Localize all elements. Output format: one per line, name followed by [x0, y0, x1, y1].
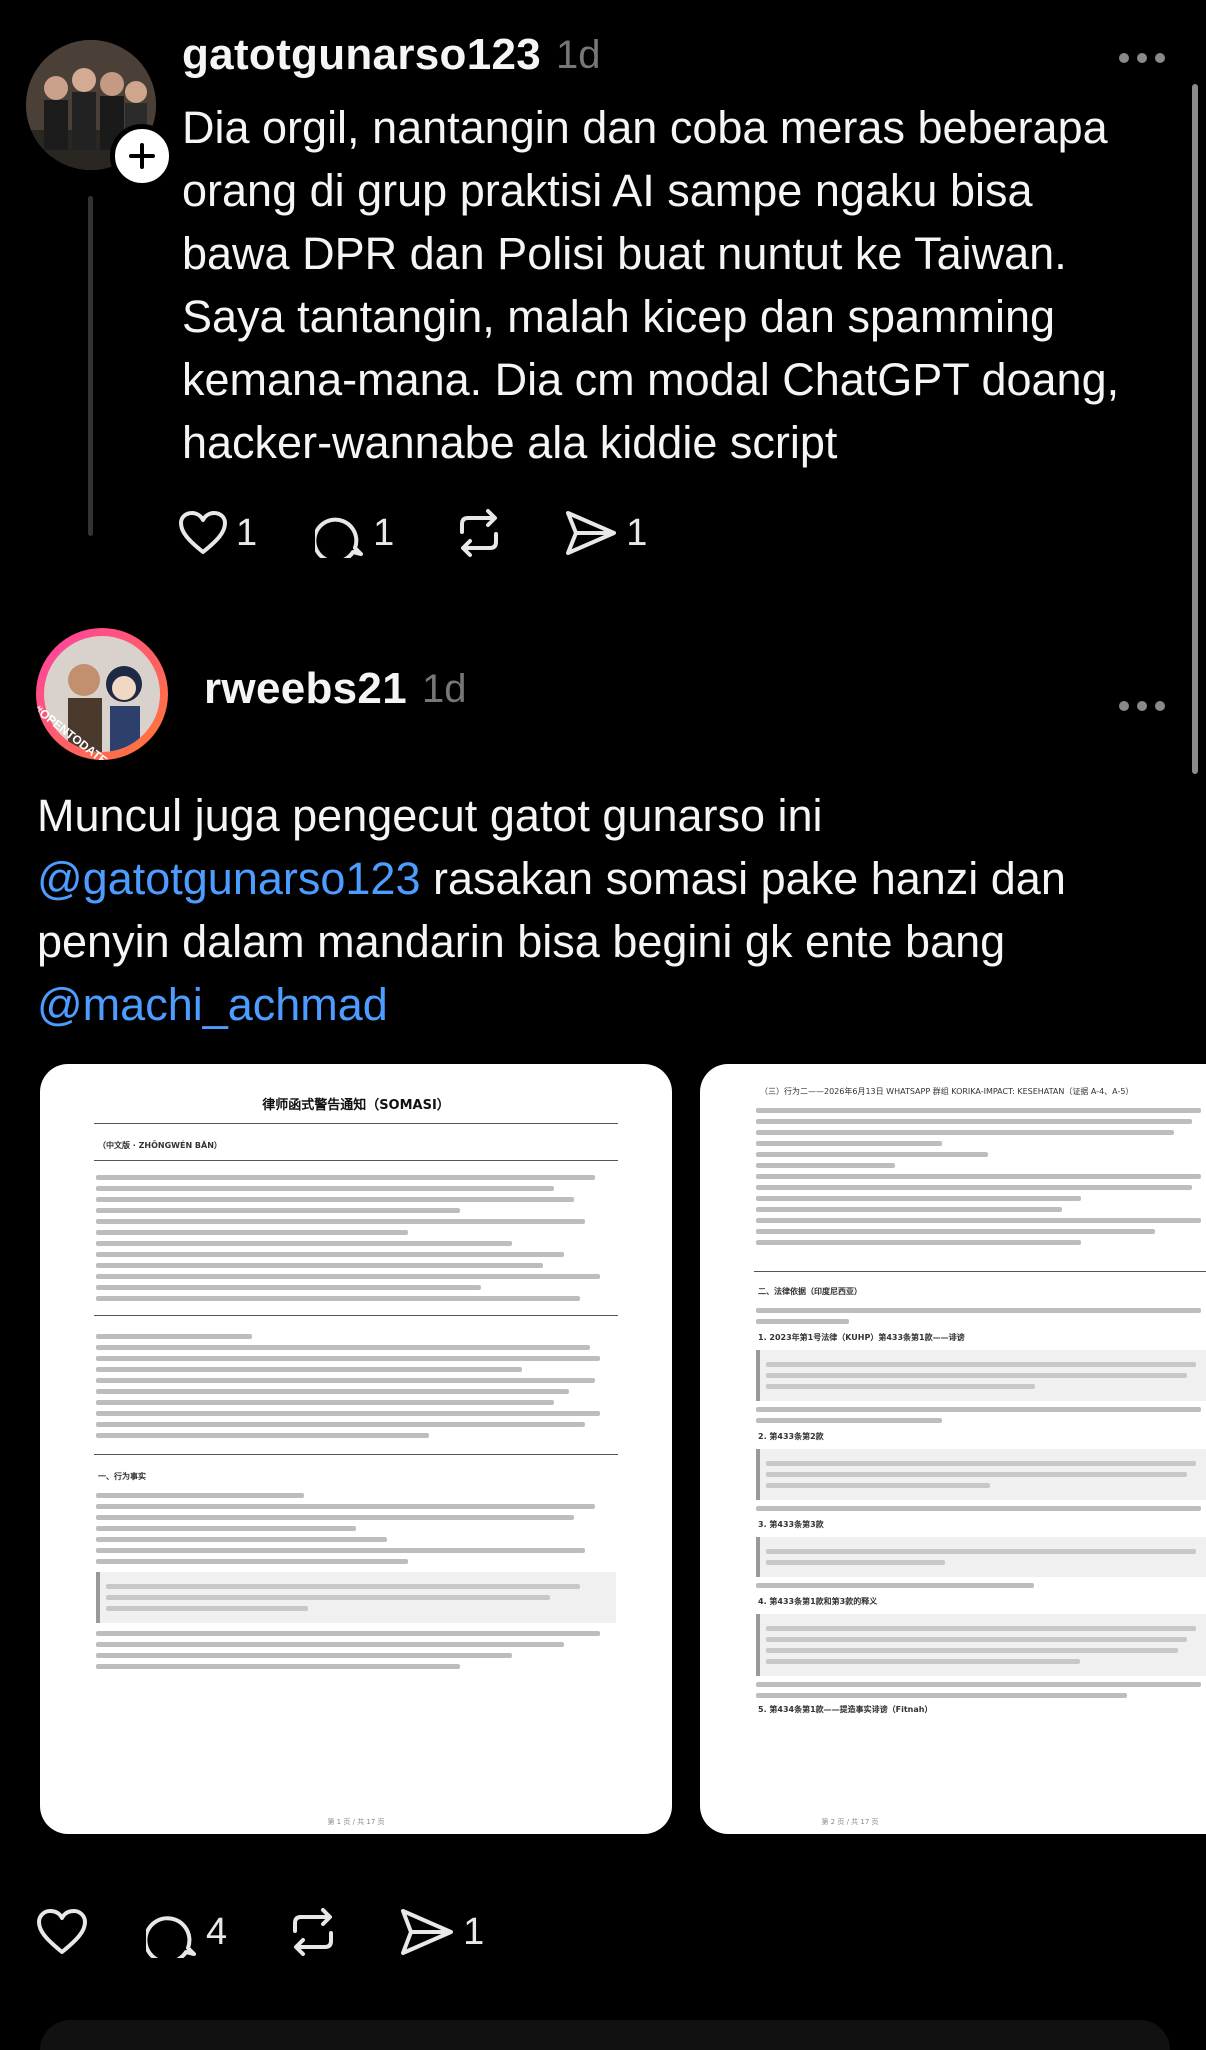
doc-section: 二、法律依据（印度尼西亚）	[758, 1287, 862, 1296]
heart-icon	[179, 511, 227, 554]
post-text-line: orang di grup praktisi AI sampe ngaku bi…	[182, 165, 1033, 216]
send-icon	[566, 511, 617, 555]
post-text: Muncul juga pengecut gatot gunarso ini @…	[37, 784, 1177, 1036]
more-options-icon[interactable]	[1118, 682, 1166, 721]
doc-section: 一、行为事实	[98, 1472, 146, 1481]
post-rweebs21: #OPENTODATE rweebs21 1d Muncul juga peng…	[0, 620, 1206, 2050]
doc-title: 律师函式警告通知（SOMASI）	[262, 1098, 450, 1113]
post-text-line: Saya tantangin, malah kicep dan spamming	[182, 291, 1056, 342]
doc-text-block	[756, 1682, 1206, 1698]
doc-text-block	[96, 1493, 616, 1669]
doc-text-block	[756, 1407, 1206, 1423]
bottom-bar-edge	[40, 2020, 1170, 2050]
share-count: 1	[463, 1910, 485, 1953]
follow-plus-icon[interactable]	[110, 124, 174, 188]
doc-page-number: 第 2 页 / 共 17 页	[821, 1818, 879, 1826]
attachment-image-1[interactable]: 律师函式警告通知（SOMASI） （中文版 · ZHŌNGWÉN BĂN） 一、…	[40, 1064, 672, 1834]
share-button[interactable]: 1	[564, 509, 647, 557]
doc-item: 5. 第434条第1款——提造事实诽谤（Fitnah）	[758, 1705, 933, 1714]
send-icon	[401, 1909, 454, 1955]
timestamp: 1d	[556, 33, 601, 77]
heart-icon	[37, 1909, 87, 1954]
mention-link[interactable]: @machi_achmad	[37, 979, 388, 1030]
timestamp: 1d	[422, 667, 467, 711]
reply-button[interactable]: 4	[146, 1906, 227, 1958]
reply-count: 4	[206, 1910, 228, 1953]
reply-button[interactable]: 1	[315, 508, 394, 558]
comment-icon	[315, 517, 364, 558]
doc-text-block	[756, 1108, 1206, 1245]
attachment-image-2[interactable]: （三）行为二——2026年6月13日 WHATSAPP 群组 KORIKA-IM…	[700, 1064, 1206, 1834]
doc-quote	[756, 1449, 1206, 1500]
share-button[interactable]: 1	[399, 1907, 484, 1957]
post-text-line: hacker-wannabe ala kiddie script	[182, 417, 838, 468]
post-actions: 1 1 1	[178, 508, 705, 558]
post-text-line: Muncul juga pengecut gatot gunarso ini	[37, 790, 823, 841]
doc-item: 2. 第433条第2款	[758, 1432, 824, 1441]
post-actions: 4 1	[36, 1906, 542, 1958]
post-text-line: @machi_achmad	[37, 973, 1177, 1036]
like-button[interactable]: 1	[178, 510, 257, 556]
doc-text-block	[756, 1308, 1206, 1324]
repost-icon	[293, 1908, 334, 1956]
post-text-fragment: rasakan somasi pake hanzi dan	[420, 853, 1066, 904]
post-text-line: kemana-mana. Dia cm modal ChatGPT doang,	[182, 354, 1120, 405]
doc-heading: （三）行为二——2026年6月13日 WHATSAPP 群组 KORIKA-IM…	[760, 1087, 1134, 1096]
mention-link[interactable]: @gatotgunarso123	[37, 853, 420, 904]
post-gatotgunarso123: gatotgunarso123 1d Dia orgil, nantangin …	[0, 0, 1206, 558]
username[interactable]: gatotgunarso123	[182, 30, 541, 80]
doc-item: 1. 2023年第1号法律（KUHP）第433条第1款——诽谤	[758, 1333, 965, 1342]
repost-icon	[460, 509, 499, 557]
doc-quote	[756, 1614, 1206, 1676]
doc-item: 4. 第433条第1款和第3款的释义	[758, 1597, 878, 1606]
doc-text-block	[96, 1334, 616, 1438]
post-text-line: Dia orgil, nantangin dan coba meras bebe…	[182, 102, 1108, 153]
repost-button[interactable]	[285, 1906, 341, 1958]
post-text-line: bawa DPR dan Polisi buat nuntut ke Taiwa…	[182, 228, 1067, 279]
thread-line	[88, 196, 93, 536]
like-button[interactable]	[36, 1908, 88, 1956]
repost-button[interactable]	[452, 508, 506, 558]
avatar[interactable]: #OPENTODATE	[36, 628, 168, 760]
doc-text-block	[756, 1506, 1206, 1511]
doc-text-block	[756, 1583, 1206, 1588]
doc-quote	[756, 1537, 1206, 1577]
more-options-icon[interactable]	[1118, 34, 1166, 73]
post-text-line: @gatotgunarso123 rasakan somasi pake han…	[37, 847, 1177, 910]
username[interactable]: rweebs21	[204, 664, 407, 714]
share-count: 1	[626, 511, 648, 554]
reply-count: 1	[373, 511, 395, 554]
comment-icon	[146, 1916, 196, 1958]
doc-text-block	[96, 1175, 616, 1301]
post-text: Dia orgil, nantangin dan coba meras bebe…	[182, 96, 1162, 474]
doc-page-number: 第 1 页 / 共 17 页	[327, 1818, 385, 1826]
doc-item: 3. 第433条第3款	[758, 1520, 824, 1529]
like-count: 1	[236, 511, 258, 554]
doc-quote	[756, 1350, 1206, 1401]
doc-version: （中文版 · ZHŌNGWÉN BĂN）	[98, 1141, 222, 1150]
post-text-line: penyin dalam mandarin bisa begini gk ent…	[37, 916, 1006, 967]
